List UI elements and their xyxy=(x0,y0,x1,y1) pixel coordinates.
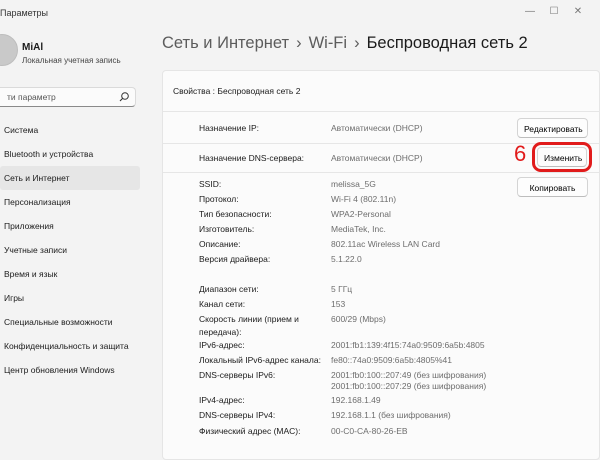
network-channel-value: 153 xyxy=(331,299,346,309)
minimize-button[interactable]: — xyxy=(518,5,542,19)
card-header: Свойства : Беспроводная сеть 2 xyxy=(173,86,301,96)
ipv4-dns-label: DNS-серверы IPv4: xyxy=(199,410,276,420)
settings-search xyxy=(0,87,136,107)
ipv6-dns-label: DNS-серверы IPv6: xyxy=(199,370,276,380)
page-title: Беспроводная сеть 2 xyxy=(366,34,528,52)
link-speed-label-line2: передача): xyxy=(199,327,242,337)
driver-version-label: Версия драйвера: xyxy=(199,254,271,264)
search-icon[interactable] xyxy=(118,91,130,103)
link-speed-value: 600/29 (Mbps) xyxy=(331,314,386,324)
sidebar-nav: Система Bluetooth и устройства Сеть и Ин… xyxy=(0,118,140,382)
sidebar-item-accounts[interactable]: Учетные записи xyxy=(0,238,140,262)
ip-assignment-label: Назначение IP: xyxy=(199,123,259,133)
maximize-button[interactable]: ☐ xyxy=(542,5,566,19)
window-controls: — ☐ ✕ xyxy=(518,5,590,19)
sidebar-item-personalization[interactable]: Персонализация xyxy=(0,190,140,214)
title-bar: Параметры — ☐ ✕ xyxy=(0,0,600,30)
copy-button[interactable]: Копировать xyxy=(517,177,588,197)
mac-address-value: 00-C0-CA-80-26-EB xyxy=(331,426,408,436)
description-value: 802.11ac Wireless LAN Card xyxy=(331,239,440,249)
ipv4-address-value: 192.168.1.49 xyxy=(331,395,381,405)
breadcrumb-separator: › xyxy=(354,34,360,52)
ipv4-dns-value: 192.168.1.1 (без шифрования) xyxy=(331,410,451,420)
manufacturer-value: MediaTek, Inc. xyxy=(331,224,386,234)
ip-assignment-value: Автоматически (DHCP) xyxy=(331,123,423,133)
app-title: Параметры xyxy=(0,8,48,18)
dns-assignment-value: Автоматически (DHCP) xyxy=(331,153,423,163)
ipv6-address-value: 2001:fb1:139:4f15:74a0:9509:6a5b:4805 xyxy=(331,340,485,350)
user-name: MiAl xyxy=(22,42,44,53)
manufacturer-label: Изготовитель: xyxy=(199,224,255,234)
search-input[interactable] xyxy=(7,90,112,104)
sidebar-item-time-language[interactable]: Время и язык xyxy=(0,262,140,286)
change-dns-button[interactable]: Изменить xyxy=(532,142,592,172)
divider xyxy=(163,172,600,173)
breadcrumb-separator: › xyxy=(296,34,302,52)
step-number: 6 xyxy=(514,141,527,166)
sidebar-item-network[interactable]: Сеть и Интернет xyxy=(0,166,140,190)
ipv6-address-label: IPv6-адрес: xyxy=(199,340,245,350)
security-type-label: Тип безопасности: xyxy=(199,209,272,219)
breadcrumb-wifi[interactable]: Wi-Fi xyxy=(309,34,347,52)
ipv6-dns-value-2: 2001:fb0:100::207:29 (без шифрования) xyxy=(331,381,487,391)
protocol-value: Wi-Fi 4 (802.11n) xyxy=(331,194,397,204)
link-local-ipv6-value: fe80::74a0:9509:6a5b:4805%41 xyxy=(331,355,453,365)
sidebar-item-apps[interactable]: Приложения xyxy=(0,214,140,238)
sidebar-item-bluetooth[interactable]: Bluetooth и устройства xyxy=(0,142,140,166)
close-button[interactable]: ✕ xyxy=(566,5,590,19)
sidebar-item-accessibility[interactable]: Специальные возможности xyxy=(0,310,140,334)
protocol-label: Протокол: xyxy=(199,194,239,204)
account-type: Локальная учетная запись xyxy=(22,56,121,65)
description-label: Описание: xyxy=(199,239,241,249)
avatar xyxy=(0,34,18,66)
network-channel-label: Канал сети: xyxy=(199,299,246,309)
user-profile[interactable]: MiAl Локальная учетная запись xyxy=(0,30,160,80)
security-type-value: WPA2-Personal xyxy=(331,209,391,219)
breadcrumb-network[interactable]: Сеть и Интернет xyxy=(162,34,289,52)
sidebar-item-system[interactable]: Система xyxy=(0,118,140,142)
driver-version-value: 5.1.22.0 xyxy=(331,254,362,264)
network-band-value: 5 ГГц xyxy=(331,284,353,294)
sidebar-item-gaming[interactable]: Игры xyxy=(0,286,140,310)
divider xyxy=(163,111,600,112)
ssid-value: melissa_5G xyxy=(331,179,376,189)
properties-card: Свойства : Беспроводная сеть 2 Назначени… xyxy=(162,70,600,460)
divider xyxy=(163,143,600,144)
link-local-ipv6-label: Локальный IPv6-адрес канала: xyxy=(199,355,321,365)
ssid-label: SSID: xyxy=(199,179,222,189)
sidebar-item-privacy[interactable]: Конфиденциальность и защита xyxy=(0,334,140,358)
ipv4-address-label: IPv4-адрес: xyxy=(199,395,245,405)
network-band-label: Диапазон сети: xyxy=(199,284,259,294)
mac-address-label: Физический адрес (MAC): xyxy=(199,426,301,436)
sidebar-item-windows-update[interactable]: Центр обновления Windows xyxy=(0,358,140,382)
dns-assignment-label: Назначение DNS-сервера: xyxy=(199,153,305,163)
edit-ip-button[interactable]: Редактировать xyxy=(517,118,588,138)
link-speed-label-line1: Скорость линии (прием и xyxy=(199,314,299,324)
breadcrumb: Сеть и Интернет › Wi-Fi › Беспроводная сеть … xyxy=(162,34,528,53)
